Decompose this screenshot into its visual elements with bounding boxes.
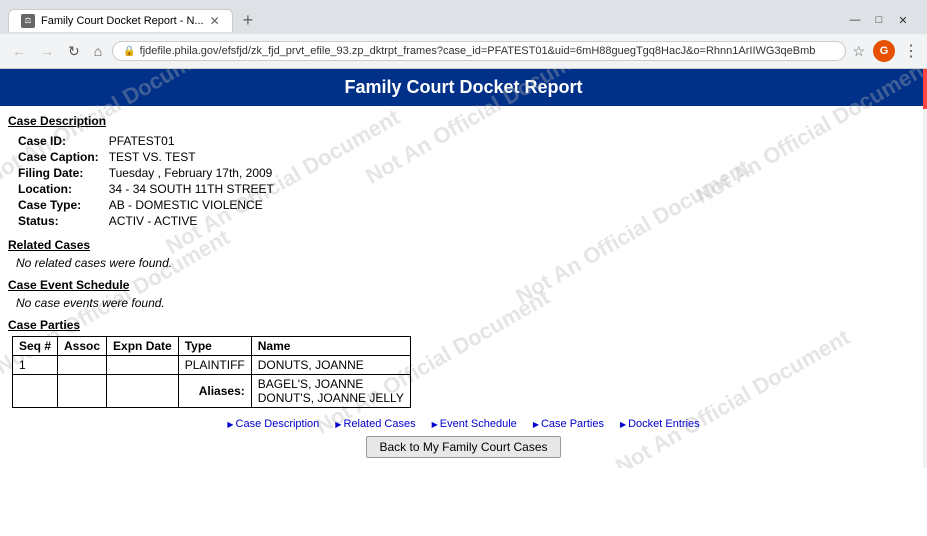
back-nav-button[interactable]: ← — [8, 41, 30, 61]
alias-empty-1 — [13, 375, 58, 408]
alias-label: Aliases: — [178, 375, 251, 408]
col-type: Type — [178, 337, 251, 356]
report-title: Family Court Docket Report — [344, 77, 582, 97]
page-inner: Case Description Case ID: PFATEST01 Case… — [0, 114, 927, 468]
nav-link-related-cases-label: Related Cases — [343, 418, 415, 430]
report-header: Family Court Docket Report — [0, 69, 927, 106]
party-type: PLAINTIFF — [178, 356, 251, 375]
col-name: Name — [251, 337, 410, 356]
alias-2: DONUT'S, JOANNE JELLY — [258, 391, 404, 405]
tab-close-button[interactable]: ✕ — [210, 14, 220, 28]
nav-link-case-description-label: Case Description — [236, 418, 320, 430]
browser-chrome: ⚖ Family Court Docket Report - N... ✕ + … — [0, 0, 927, 69]
profile-button[interactable]: G — [873, 40, 895, 62]
toolbar-right: ☆ G ⋮ — [852, 40, 919, 62]
case-parties-table: Seq # Assoc Expn Date Type Name 1 PLAINT… — [12, 336, 411, 408]
nav-link-related-cases[interactable]: Related Cases — [335, 418, 415, 430]
case-id-row: Case ID: PFATEST01 — [18, 134, 274, 148]
status-row: Status: ACTIV - ACTIVE — [18, 214, 274, 228]
minimize-button[interactable]: — — [847, 14, 863, 26]
case-type-row: Case Type: AB - DOMESTIC VIOLENCE — [18, 198, 274, 212]
reload-button[interactable]: ↻ — [64, 41, 84, 62]
case-id-value: PFATEST01 — [109, 134, 274, 148]
alias-1: BAGEL'S, JOANNE — [258, 377, 364, 391]
nav-link-case-description[interactable]: Case Description — [227, 418, 319, 430]
alias-empty-2 — [58, 375, 107, 408]
back-to-cases-button[interactable]: Back to My Family Court Cases — [366, 436, 560, 458]
location-label: Location: — [18, 182, 107, 196]
lock-icon: 🔒 — [123, 46, 135, 57]
case-parties-title: Case Parties — [8, 318, 919, 332]
case-description-table: Case ID: PFATEST01 Case Caption: TEST VS… — [16, 132, 276, 230]
case-description-title: Case Description — [8, 114, 919, 128]
filing-date-row: Filing Date: Tuesday , February 17th, 20… — [18, 166, 274, 180]
nav-link-docket-entries[interactable]: Docket Entries — [620, 418, 700, 430]
case-event-no-results: No case events were found. — [16, 296, 919, 310]
col-assoc: Assoc — [58, 337, 107, 356]
address-bar[interactable]: 🔒 fjdefile.phila.gov/efsfjd/zk_fjd_prvt_… — [112, 41, 846, 61]
location-row: Location: 34 - 34 SOUTH 11TH STREET — [18, 182, 274, 196]
aliases-row: Aliases: BAGEL'S, JOANNE DONUT'S, JOANNE… — [13, 375, 411, 408]
nav-link-docket-entries-label: Docket Entries — [628, 418, 700, 430]
page-content: Not An Official Document Not An Official… — [0, 69, 927, 468]
case-caption-value: TEST VS. TEST — [109, 150, 274, 164]
home-button[interactable]: ⌂ — [90, 41, 106, 61]
nav-links: Case Description Related Cases Event Sch… — [8, 418, 919, 430]
related-cases-no-results: No related cases were found. — [16, 256, 919, 270]
active-tab[interactable]: ⚖ Family Court Docket Report - N... ✕ — [8, 9, 233, 32]
case-parties-section: Case Parties Seq # Assoc Expn Date Type … — [8, 318, 919, 408]
forward-nav-button[interactable]: → — [36, 41, 58, 61]
menu-button[interactable]: ⋮ — [903, 41, 919, 61]
filing-date-label: Filing Date: — [18, 166, 107, 180]
status-label: Status: — [18, 214, 107, 228]
parties-table-header-row: Seq # Assoc Expn Date Type Name — [13, 337, 411, 356]
status-value: ACTIV - ACTIVE — [109, 214, 274, 228]
close-window-button[interactable]: ✕ — [895, 14, 911, 27]
party-seq: 1 — [13, 356, 58, 375]
maximize-button[interactable]: □ — [871, 14, 887, 26]
party-row-1: 1 PLAINTIFF DONUTS, JOANNE — [13, 356, 411, 375]
case-type-value: AB - DOMESTIC VIOLENCE — [109, 198, 274, 212]
back-button-container: Back to My Family Court Cases — [8, 436, 919, 458]
party-assoc — [58, 356, 107, 375]
url-text: fjdefile.phila.gov/efsfjd/zk_fjd_prvt_ef… — [140, 45, 816, 57]
col-seq: Seq # — [13, 337, 58, 356]
related-cases-title: Related Cases — [8, 238, 919, 252]
case-event-title: Case Event Schedule — [8, 278, 919, 292]
case-type-label: Case Type: — [18, 198, 107, 212]
window-controls: — □ ✕ — [847, 14, 919, 27]
tab-bar: ⚖ Family Court Docket Report - N... ✕ + … — [0, 0, 927, 34]
alias-empty-3 — [107, 375, 179, 408]
party-expn-date — [107, 356, 179, 375]
nav-link-event-schedule[interactable]: Event Schedule — [432, 418, 517, 430]
address-bar-row: ← → ↻ ⌂ 🔒 fjdefile.phila.gov/efsfjd/zk_f… — [0, 34, 927, 68]
location-value: 34 - 34 SOUTH 11TH STREET — [109, 182, 274, 196]
case-caption-row: Case Caption: TEST VS. TEST — [18, 150, 274, 164]
new-tab-button[interactable]: + — [237, 10, 260, 31]
case-description-section: Case Description Case ID: PFATEST01 Case… — [8, 114, 919, 230]
bookmark-icon[interactable]: ☆ — [852, 43, 865, 60]
case-caption-label: Case Caption: — [18, 150, 107, 164]
tab-title: Family Court Docket Report - N... — [41, 15, 204, 27]
case-event-section: Case Event Schedule No case events were … — [8, 278, 919, 310]
alias-values: BAGEL'S, JOANNE DONUT'S, JOANNE JELLY — [251, 375, 410, 408]
tab-favicon: ⚖ — [21, 14, 35, 28]
case-id-label: Case ID: — [18, 134, 107, 148]
related-cases-section: Related Cases No related cases were foun… — [8, 238, 919, 270]
scroll-thumb[interactable] — [923, 69, 927, 109]
filing-date-value: Tuesday , February 17th, 2009 — [109, 166, 274, 180]
nav-link-case-parties-label: Case Parties — [541, 418, 604, 430]
nav-link-case-parties[interactable]: Case Parties — [533, 418, 604, 430]
party-name: DONUTS, JOANNE — [251, 356, 410, 375]
nav-link-event-schedule-label: Event Schedule — [440, 418, 517, 430]
col-expn-date: Expn Date — [107, 337, 179, 356]
